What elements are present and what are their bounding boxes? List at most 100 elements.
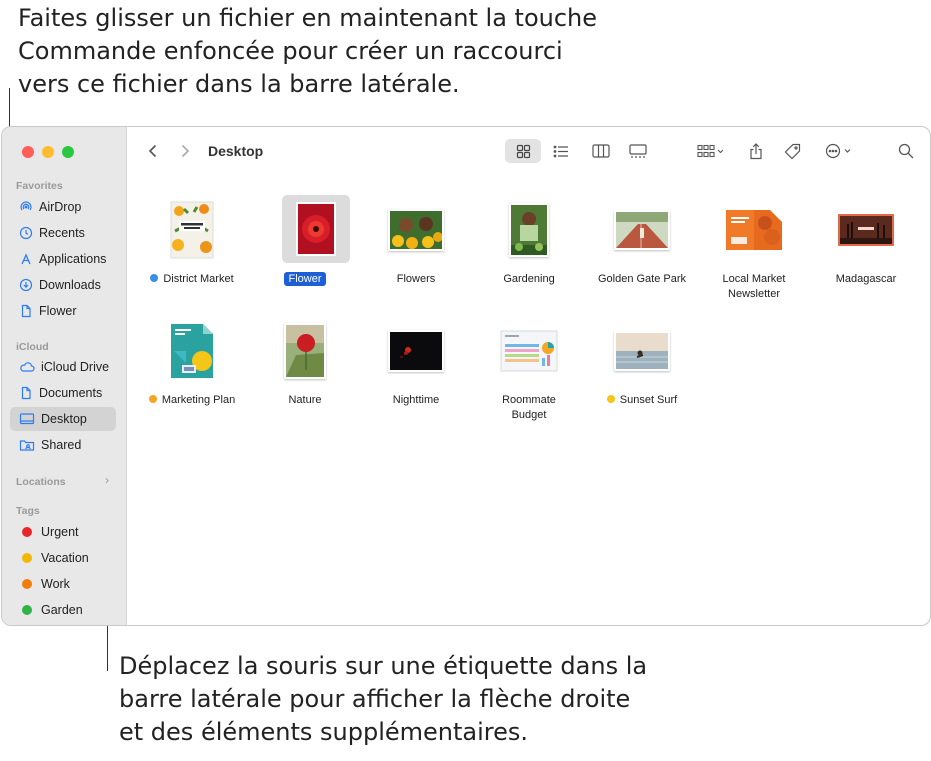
sidebar-item-label: AirDrop [39, 200, 82, 214]
madagascar-thumbnail [838, 214, 894, 246]
window-title: Desktop [208, 143, 264, 159]
search-icon [898, 143, 914, 159]
chevron-right-icon[interactable]: › [105, 473, 109, 487]
grid-icon [516, 144, 530, 158]
sidebar-item-tag-vacation[interactable]: Vacation [10, 546, 116, 570]
sidebar-item-label: iCloud Drive [41, 360, 110, 374]
sidebar-item-icloud-drive[interactable]: iCloud Drive [10, 355, 116, 379]
tag-color-dot [148, 395, 157, 403]
callout-top-text: Faites glisser un fichier en maintenant … [18, 4, 598, 98]
finder-window: Favorites AirDrop Recents Applications D… [1, 126, 931, 626]
file-name-text: Marketing Plan [161, 394, 236, 406]
file-thumbnail [474, 195, 584, 265]
sunset-surf-thumbnail [614, 331, 670, 371]
sidebar-item-tag-work[interactable]: Work [10, 572, 116, 596]
list-view-button[interactable] [546, 139, 576, 163]
back-button[interactable] [144, 139, 162, 163]
file-thumbnail [137, 316, 247, 386]
zoom-window-button[interactable] [62, 146, 74, 158]
forward-button[interactable] [176, 139, 194, 163]
sidebar-item-label: Garden [41, 603, 83, 617]
file-name-text: Madagascar [835, 273, 897, 285]
tag-color-dot [606, 395, 615, 403]
locations-section-title[interactable]: Locations [16, 476, 66, 488]
file-name-text: Local Market Newsletter [722, 273, 786, 300]
chevron-right-icon [181, 144, 190, 158]
sidebar-item-label: Work [41, 577, 70, 591]
tags-button[interactable] [780, 139, 804, 163]
sidebar-item-airdrop[interactable]: AirDrop [10, 195, 116, 219]
callout-bottom-text: Déplacez la souris sur une étiquette dan… [119, 652, 648, 746]
file-name: Golden Gate Park [587, 272, 697, 287]
file-name-text: Flower [284, 272, 326, 286]
airdrop-icon [20, 201, 32, 211]
file-name: Flower [250, 272, 360, 287]
close-window-button[interactable] [22, 146, 34, 158]
marketing-plan-thumbnail [171, 324, 213, 378]
nighttime-thumbnail [388, 330, 444, 372]
file-name-text: District Market [163, 273, 234, 285]
sidebar-item-label: Shared [41, 438, 82, 452]
more-actions-button[interactable] [820, 139, 860, 163]
sidebar-item-shared[interactable]: Shared [10, 433, 116, 457]
file-name-text: Flowers [396, 273, 436, 285]
file-thumbnail [361, 316, 471, 386]
tag-color-dot [22, 527, 32, 537]
file-name: Roommate Budget [474, 393, 584, 423]
sidebar-item-flower[interactable]: Flower [10, 299, 116, 323]
gallery-view-button[interactable] [623, 139, 653, 163]
file-name-text: Golden Gate Park [597, 273, 687, 285]
gallery-icon [629, 143, 647, 158]
toolbar: Desktop [126, 127, 930, 177]
file-name: Nighttime [361, 393, 471, 408]
flowers-thumbnail [388, 209, 444, 251]
tag-icon [784, 143, 800, 159]
file-thumbnail [474, 316, 584, 386]
golden-gate-park-thumbnail [614, 210, 670, 250]
shared-folder-icon [19, 440, 35, 451]
file-thumbnail [361, 195, 471, 265]
sidebar-item-label: Documents [39, 386, 103, 400]
sidebar-item-tag-garden[interactable]: Garden [10, 598, 116, 622]
file-name-text: Gardening [503, 273, 555, 285]
sidebar-item-downloads[interactable]: Downloads [10, 273, 116, 297]
cloud-icon [20, 362, 35, 372]
file-name: Flowers [361, 272, 471, 287]
file-thumbnail [137, 195, 247, 265]
document-icon [21, 304, 31, 318]
roommate-budget-thumbnail [500, 330, 558, 372]
sidebar-item-tag-urgent[interactable]: Urgent [10, 520, 116, 544]
sidebar-item-recents[interactable]: Recents [10, 221, 116, 245]
file-name: District Market [137, 272, 247, 287]
sidebar-item-label: Downloads [39, 278, 101, 292]
document-icon [21, 386, 31, 400]
minimize-window-button[interactable] [42, 146, 54, 158]
icon-view-button[interactable] [505, 139, 541, 163]
column-view-button[interactable] [586, 139, 616, 163]
share-icon [750, 142, 762, 159]
sidebar-item-documents[interactable]: Documents [10, 381, 116, 405]
file-thumbnail [587, 316, 697, 386]
tags-section-title: Tags [16, 505, 40, 517]
download-icon [19, 278, 33, 292]
search-button[interactable] [894, 139, 918, 163]
file-thumbnail [811, 195, 921, 265]
list-icon [553, 145, 568, 157]
district-market-thumbnail [170, 201, 214, 259]
share-button[interactable] [744, 139, 768, 163]
gardening-thumbnail [509, 203, 549, 257]
file-name: Sunset Surf [587, 393, 697, 408]
file-name-text: Roommate Budget [502, 394, 556, 421]
sidebar-item-label: Vacation [41, 551, 89, 565]
sidebar: Favorites AirDrop Recents Applications D… [2, 127, 127, 625]
sidebar-item-label: Flower [39, 304, 77, 318]
nature-thumbnail [284, 323, 326, 379]
group-by-button[interactable] [692, 139, 730, 163]
file-name-text: Nighttime [392, 394, 440, 406]
file-name-text: Sunset Surf [619, 394, 678, 406]
sidebar-item-label: Applications [39, 252, 107, 266]
file-name: Madagascar [811, 272, 921, 287]
sidebar-item-applications[interactable]: Applications [10, 247, 116, 271]
sidebar-item-desktop[interactable]: Desktop [10, 407, 116, 431]
ellipsis-circle-icon [825, 143, 851, 159]
